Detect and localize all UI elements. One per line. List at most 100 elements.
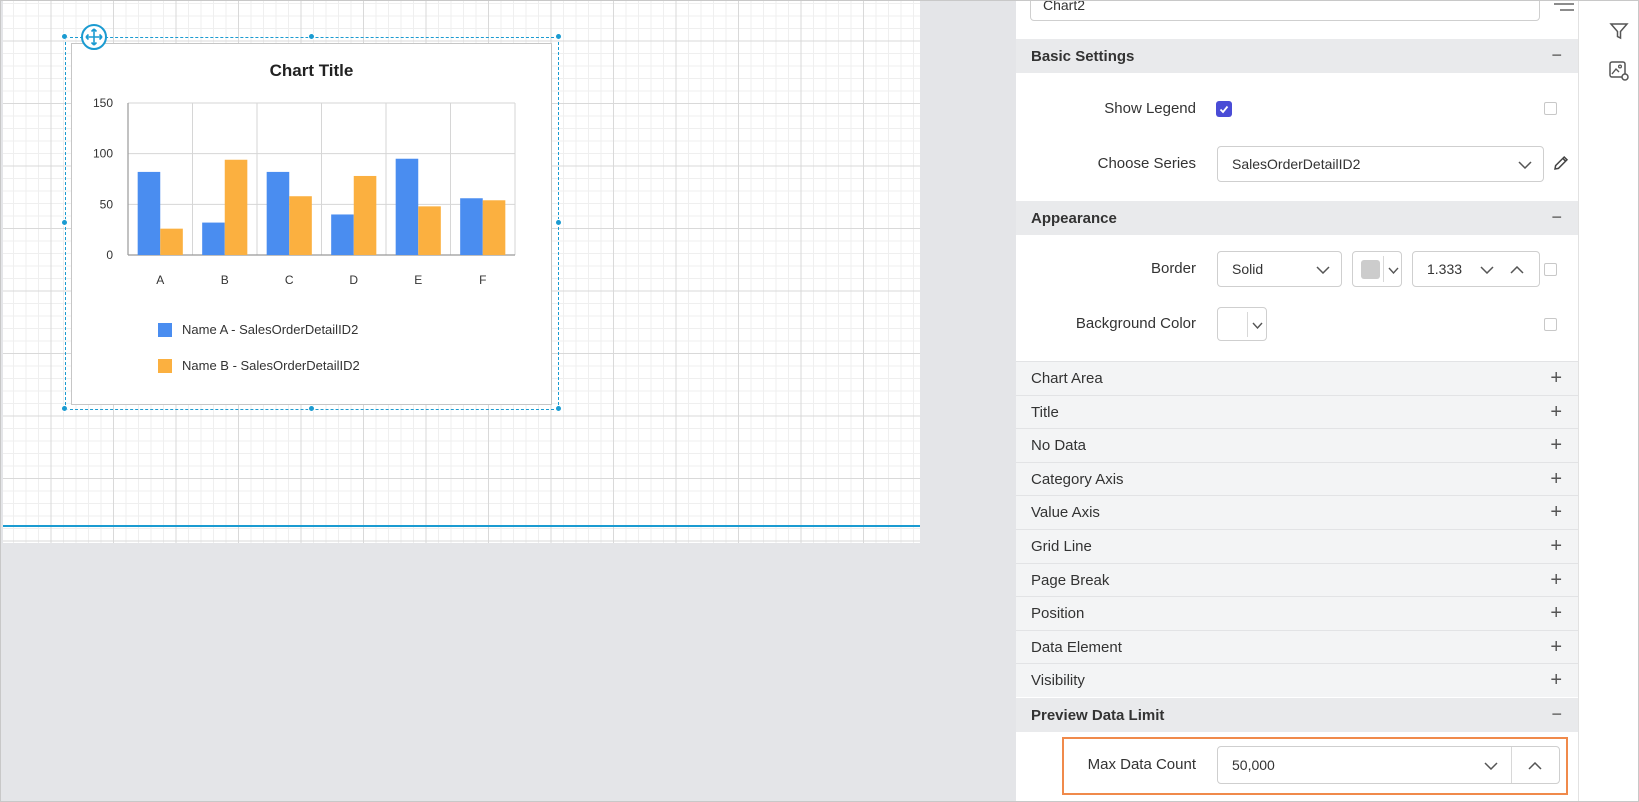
resize-handle-middle-left[interactable] xyxy=(61,219,68,226)
choose-series-dropdown[interactable]: SalesOrderDetailID2 xyxy=(1217,146,1544,182)
design-canvas[interactable]: Chart Title 0 50 100 150 A B C D E F Name A - Sal… xyxy=(1,1,1016,801)
background-color-picker[interactable] xyxy=(1217,307,1267,341)
appearance-header[interactable]: Appearance − xyxy=(1016,201,1582,235)
section-page-break[interactable]: Page Break + xyxy=(1016,562,1582,597)
border-expression-checkbox[interactable] xyxy=(1544,263,1557,276)
x-tick-label: D xyxy=(349,273,358,287)
max-data-count-input[interactable]: 50,000 xyxy=(1217,746,1560,784)
expand-icon[interactable]: + xyxy=(1550,401,1562,424)
legend-swatch-a xyxy=(158,322,172,337)
bar-f-series-1 xyxy=(460,198,483,255)
expand-icon[interactable]: + xyxy=(1550,569,1562,592)
expand-icon[interactable]: + xyxy=(1550,636,1562,659)
bar-c-series-2 xyxy=(289,196,312,255)
checkmark-icon xyxy=(1219,105,1229,114)
choose-series-value: SalesOrderDetailID2 xyxy=(1232,156,1361,172)
section-label: Category Axis xyxy=(1031,470,1124,488)
decrement-chevron-icon[interactable] xyxy=(1483,758,1499,774)
bar-b-series-1 xyxy=(202,222,225,255)
legend-item-b: Name B - SalesOrderDetailID2 xyxy=(158,358,360,373)
resize-handle-bottom-center[interactable] xyxy=(308,405,315,412)
resize-handle-bottom-right[interactable] xyxy=(555,405,562,412)
decrement-chevron-icon[interactable] xyxy=(1479,262,1495,278)
show-legend-expression-checkbox[interactable] xyxy=(1544,102,1557,115)
bar-e-series-2 xyxy=(418,206,441,255)
border-style-dropdown[interactable]: Solid xyxy=(1217,251,1342,287)
bar-d-series-2 xyxy=(353,175,377,255)
y-tick-label: 50 xyxy=(100,197,114,211)
image-settings-icon[interactable] xyxy=(1605,57,1633,85)
expand-icon[interactable]: + xyxy=(1550,434,1562,457)
bar-e-series-1 xyxy=(395,158,419,255)
expand-icon[interactable]: + xyxy=(1550,501,1562,524)
preview-data-limit-title: Preview Data Limit xyxy=(1031,706,1165,724)
section-grid-line[interactable]: Grid Line + xyxy=(1016,529,1582,563)
report-body-bottom-line[interactable] xyxy=(3,525,920,527)
section-value-axis[interactable]: Value Axis + xyxy=(1016,495,1582,530)
chevron-down-icon xyxy=(1517,157,1533,173)
resize-handle-middle-right[interactable] xyxy=(555,219,562,226)
section-label: Position xyxy=(1031,605,1085,623)
section-visibility[interactable]: Visibility + xyxy=(1016,663,1582,698)
pencil-icon[interactable] xyxy=(1552,154,1572,174)
show-legend-checkbox[interactable] xyxy=(1216,101,1232,117)
section-label: Chart Area xyxy=(1031,370,1103,387)
border-color-picker[interactable] xyxy=(1352,251,1402,287)
basic-settings-header[interactable]: Basic Settings − xyxy=(1016,39,1582,73)
legend-label-b: Name B - SalesOrderDetailID2 xyxy=(182,358,360,373)
background-expression-checkbox[interactable] xyxy=(1544,318,1557,331)
section-label: Title xyxy=(1031,403,1059,421)
legend-label-a: Name A - SalesOrderDetailID2 xyxy=(182,322,359,337)
section-category-axis[interactable]: Category Axis + xyxy=(1016,461,1582,496)
increment-chevron-icon[interactable] xyxy=(1509,262,1525,278)
section-label: Visibility xyxy=(1031,672,1085,690)
border-width-stepper[interactable]: 1.333 xyxy=(1412,251,1540,287)
expand-icon[interactable]: + xyxy=(1550,535,1562,558)
expand-icon[interactable]: + xyxy=(1550,367,1562,390)
max-data-count-value: 50,000 xyxy=(1232,757,1275,773)
expand-icon[interactable]: + xyxy=(1550,468,1562,491)
y-tick-label: 150 xyxy=(93,96,113,110)
report-designer: Chart Title 0 50 100 150 A B C D E F Name A - Sal… xyxy=(0,0,1639,802)
chevron-down-icon xyxy=(1386,263,1400,277)
properties-panel: Chart2 Basic Settings − Show Legend Choo… xyxy=(1016,1,1582,801)
increment-chevron-icon[interactable] xyxy=(1527,758,1543,774)
resize-handle-top-left[interactable] xyxy=(61,33,68,40)
resize-handle-top-right[interactable] xyxy=(555,33,562,40)
filter-icon[interactable] xyxy=(1605,17,1633,45)
collapse-icon[interactable]: − xyxy=(1551,45,1562,66)
bar-f-series-2 xyxy=(482,200,506,255)
collapse-icon[interactable]: − xyxy=(1551,704,1562,725)
choose-series-label: Choose Series xyxy=(1097,155,1196,172)
border-label: Border xyxy=(1150,260,1196,277)
x-tick-label: F xyxy=(479,273,486,287)
x-tick-label: B xyxy=(221,273,229,287)
resize-handle-bottom-left[interactable] xyxy=(61,405,68,412)
section-position[interactable]: Position + xyxy=(1016,596,1582,631)
bar-a-series-2 xyxy=(160,228,183,255)
section-no-data[interactable]: No Data + xyxy=(1016,428,1582,463)
expand-icon[interactable]: + xyxy=(1550,602,1562,625)
border-width-value: 1.333 xyxy=(1427,261,1463,277)
y-tick-label: 100 xyxy=(93,147,113,161)
chart-name-input[interactable]: Chart2 xyxy=(1030,1,1540,21)
chart-plot: 0 50 100 150 A B C D E F xyxy=(93,96,516,287)
section-data-element[interactable]: Data Element + xyxy=(1016,629,1582,664)
show-legend-label: Show Legend xyxy=(1104,100,1196,117)
section-chart-area[interactable]: Chart Area + xyxy=(1016,361,1582,395)
section-label: Data Element xyxy=(1031,638,1122,656)
list-menu-icon[interactable] xyxy=(1552,1,1576,20)
section-title[interactable]: Title + xyxy=(1016,394,1582,429)
max-data-count-label: Max Data Count xyxy=(1087,756,1196,773)
expand-icon[interactable]: + xyxy=(1550,669,1562,692)
resize-handle-top-center[interactable] xyxy=(308,33,315,40)
appearance-title: Appearance xyxy=(1031,209,1117,227)
preview-data-limit-header[interactable]: Preview Data Limit − xyxy=(1016,698,1582,732)
collapse-icon[interactable]: − xyxy=(1551,207,1562,228)
legend-swatch-b xyxy=(158,358,172,373)
move-icon[interactable] xyxy=(81,24,107,50)
bar-d-series-1 xyxy=(331,214,354,255)
chevron-down-icon xyxy=(1250,318,1264,332)
chart-item[interactable]: Chart Title 0 50 100 150 A B C D E F Name A - Sal… xyxy=(71,43,552,405)
chevron-down-icon xyxy=(1315,262,1331,278)
